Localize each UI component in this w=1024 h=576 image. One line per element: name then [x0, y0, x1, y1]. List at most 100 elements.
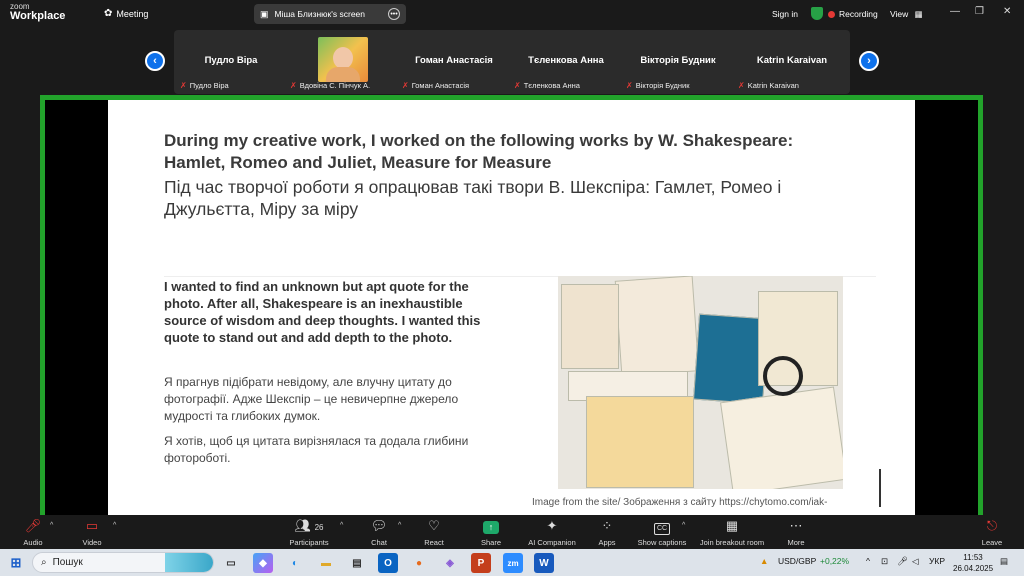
- heart-icon: ♡: [428, 518, 440, 533]
- outlook-icon[interactable]: O: [378, 553, 398, 573]
- microphone-icon[interactable]: 🎤︎: [897, 556, 908, 567]
- participant-label: ✗ Гоман Анастасія: [402, 81, 470, 90]
- more-icon: ⋯: [789, 518, 803, 533]
- windows-start-icon[interactable]: ⊞: [6, 553, 26, 573]
- clock[interactable]: 11:53 26.04.2025: [953, 552, 993, 574]
- mic-muted-icon: ✗: [738, 81, 745, 90]
- powerpoint-icon[interactable]: P: [471, 553, 491, 573]
- edge-icon[interactable]: ◐: [285, 553, 305, 573]
- paw-icon: ✿: [104, 8, 113, 19]
- minimize-icon[interactable]: —: [950, 6, 960, 17]
- participant-label: ✗ Вікторія Будник: [626, 81, 690, 90]
- participants-caret-icon[interactable]: ^: [340, 522, 343, 529]
- participants-count: 26: [314, 523, 324, 532]
- participants-icon: 👥︎ 26: [294, 518, 324, 533]
- currency-pair[interactable]: USD/GBP: [778, 556, 816, 566]
- clock-date: 26.04.2025: [953, 564, 994, 573]
- slide-title-en: During my creative work, I worked on the…: [164, 131, 794, 172]
- mic-muted-icon: ✗: [626, 81, 633, 90]
- apps-label: Apps: [598, 538, 616, 547]
- participant-tile[interactable]: ✗ Вдовіна С. Пінчук А.: [286, 30, 398, 94]
- participant-label: ✗ Тєленкова Анна: [514, 81, 580, 90]
- store-icon[interactable]: ▤: [347, 553, 367, 573]
- captions-caret-icon[interactable]: ^: [682, 522, 685, 529]
- participant-name: Гоман Анастасія: [415, 55, 493, 66]
- next-participants-button[interactable]: ›: [859, 51, 879, 71]
- sign-in-link[interactable]: Sign in: [772, 9, 798, 19]
- share-button[interactable]: ↑ Share: [461, 518, 521, 547]
- meeting-toolbar: 🎤︎ Audio ^ ▭ Video ^ 👥︎ 26 Participants …: [0, 515, 1024, 549]
- image-caption: Image from the site/ Зображення з сайту …: [532, 497, 828, 508]
- mic-muted-icon: ✗: [514, 81, 521, 90]
- breakout-label: Join breakout room: [699, 538, 765, 547]
- chat-caret-icon[interactable]: ^: [398, 522, 401, 529]
- tray-overflow-icon[interactable]: ^: [866, 556, 870, 566]
- participant-tile[interactable]: Katrin Karaivan ✗ Katrin Karaivan: [734, 30, 850, 94]
- audio-label: Audio: [23, 538, 43, 547]
- restore-icon[interactable]: ❐: [975, 6, 984, 17]
- audio-button[interactable]: 🎤︎ Audio: [3, 518, 63, 547]
- ai-companion-button[interactable]: ✦ AI Companion: [522, 518, 582, 547]
- participant-name: Вікторія Будник: [640, 55, 716, 66]
- view-menu[interactable]: View ▦: [890, 9, 923, 20]
- close-icon[interactable]: ✕: [1003, 6, 1011, 17]
- chevron-right-icon: ›: [867, 55, 871, 67]
- word-icon[interactable]: W: [534, 553, 554, 573]
- logo-line2: Workplace: [10, 10, 66, 22]
- prev-participants-button[interactable]: ‹: [145, 51, 165, 71]
- participant-tile[interactable]: Пудло Віра ✗ Пудло Віра: [176, 30, 286, 94]
- language-indicator[interactable]: УКР: [929, 556, 945, 566]
- text-cursor: [879, 469, 881, 507]
- chat-label: Chat: [371, 538, 387, 547]
- zoom-taskbar-icon[interactable]: zm: [503, 553, 523, 573]
- zoom-top-bar: zoom Workplace ✿ Meeting ▣ Міша Близнюк'…: [0, 0, 1024, 28]
- more-button[interactable]: ⋯ More: [766, 518, 826, 547]
- recording-label: Recording: [839, 9, 878, 19]
- meeting-menu[interactable]: ✿ Meeting: [104, 8, 148, 19]
- screen-icon: ▣: [260, 8, 269, 19]
- chevron-left-icon: ‹: [153, 55, 157, 67]
- volume-icon[interactable]: ◁: [912, 556, 919, 567]
- apps-icon: ⁘: [601, 518, 613, 533]
- participants-button[interactable]: 👥︎ 26 Participants: [279, 518, 339, 547]
- participant-name: Пудло Віра: [204, 55, 258, 66]
- book-cover: [561, 284, 619, 369]
- participant-name: Тєленкова Анна: [528, 55, 604, 66]
- apps-button[interactable]: ⁘ Apps: [577, 518, 637, 547]
- leave-button[interactable]: ⎋ Leave: [962, 518, 1022, 547]
- share-screen-icon: ↑: [461, 518, 521, 534]
- audio-options-caret-icon[interactable]: ^: [50, 522, 53, 529]
- book-cover: [614, 276, 700, 377]
- tray-app-icon[interactable]: ⊡: [881, 556, 888, 567]
- participant-tile[interactable]: Вікторія Будник ✗ Вікторія Будник: [622, 30, 734, 94]
- currency-widget-icon[interactable]: ▲: [760, 556, 768, 566]
- copilot-icon[interactable]: ◆: [253, 553, 273, 573]
- mic-muted-icon: ✗: [290, 81, 297, 90]
- screen-share-pill[interactable]: ▣ Міша Близнюк's screen •••: [254, 4, 406, 24]
- file-explorer-icon[interactable]: ▬: [316, 553, 336, 573]
- task-view-icon[interactable]: ▭: [221, 553, 241, 573]
- react-button[interactable]: ♡ React: [404, 518, 464, 547]
- more-label: More: [787, 538, 805, 547]
- participant-tile[interactable]: Гоман Анастасія ✗ Гоман Анастасія: [398, 30, 510, 94]
- taskbar-search[interactable]: ⌕ Пошук: [32, 552, 214, 573]
- recording-indicator[interactable]: Recording: [828, 9, 878, 19]
- participant-tile[interactable]: Тєленкова Анна ✗ Тєленкова Анна: [510, 30, 622, 94]
- notifications-icon[interactable]: ▤: [1000, 556, 1008, 567]
- participants-label: Participants: [289, 538, 329, 547]
- participant-label: ✗ Пудло Віра: [180, 81, 229, 90]
- firefox-icon[interactable]: ●: [409, 553, 429, 573]
- video-options-caret-icon[interactable]: ^: [113, 522, 116, 529]
- mic-muted-icon: ✗: [180, 81, 187, 90]
- book-cover: [586, 396, 694, 488]
- clock-time: 11:53: [963, 553, 983, 562]
- breakout-room-button[interactable]: ▦ Join breakout room: [697, 518, 767, 547]
- security-shield-icon[interactable]: [811, 7, 823, 20]
- screen-share-label: Міша Близнюк's screen: [274, 9, 366, 19]
- app-icon[interactable]: ◈: [440, 553, 460, 573]
- participant-label: ✗ Katrin Karaivan: [738, 81, 799, 90]
- leave-door-icon: ⎋: [986, 518, 998, 533]
- more-options-icon[interactable]: •••: [388, 8, 400, 20]
- search-placeholder: Пошук: [52, 557, 83, 568]
- slide-title-ua: Під час творчої роботи я опрацював такі …: [164, 177, 782, 219]
